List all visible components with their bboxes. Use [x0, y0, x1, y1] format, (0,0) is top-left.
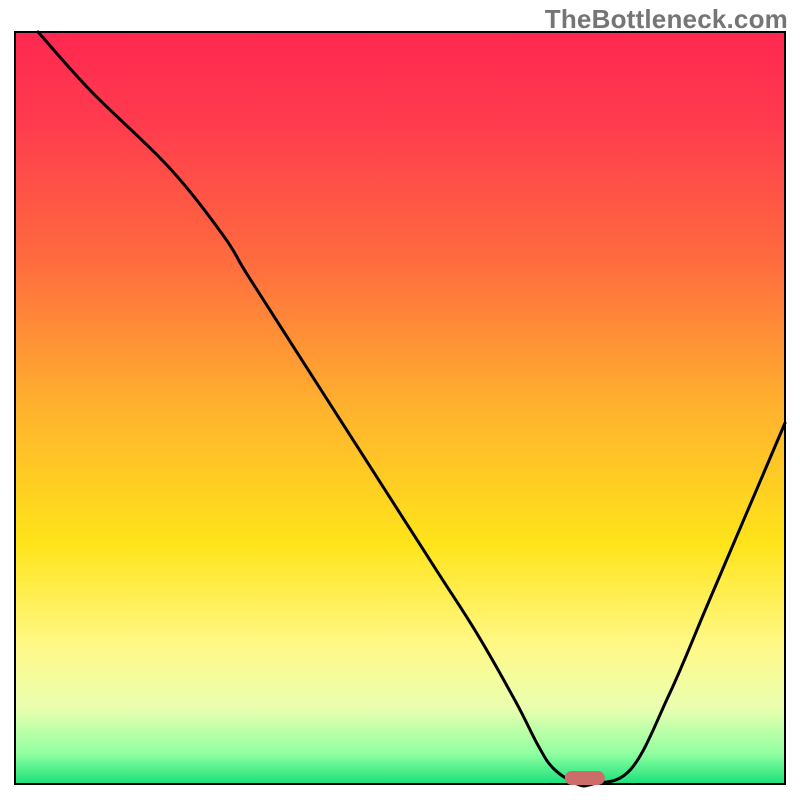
bottleneck-curve-chart [0, 0, 800, 800]
optimal-marker [565, 771, 605, 785]
chart-stage: TheBottleneck.com [0, 0, 800, 800]
plot-area [15, 32, 785, 784]
